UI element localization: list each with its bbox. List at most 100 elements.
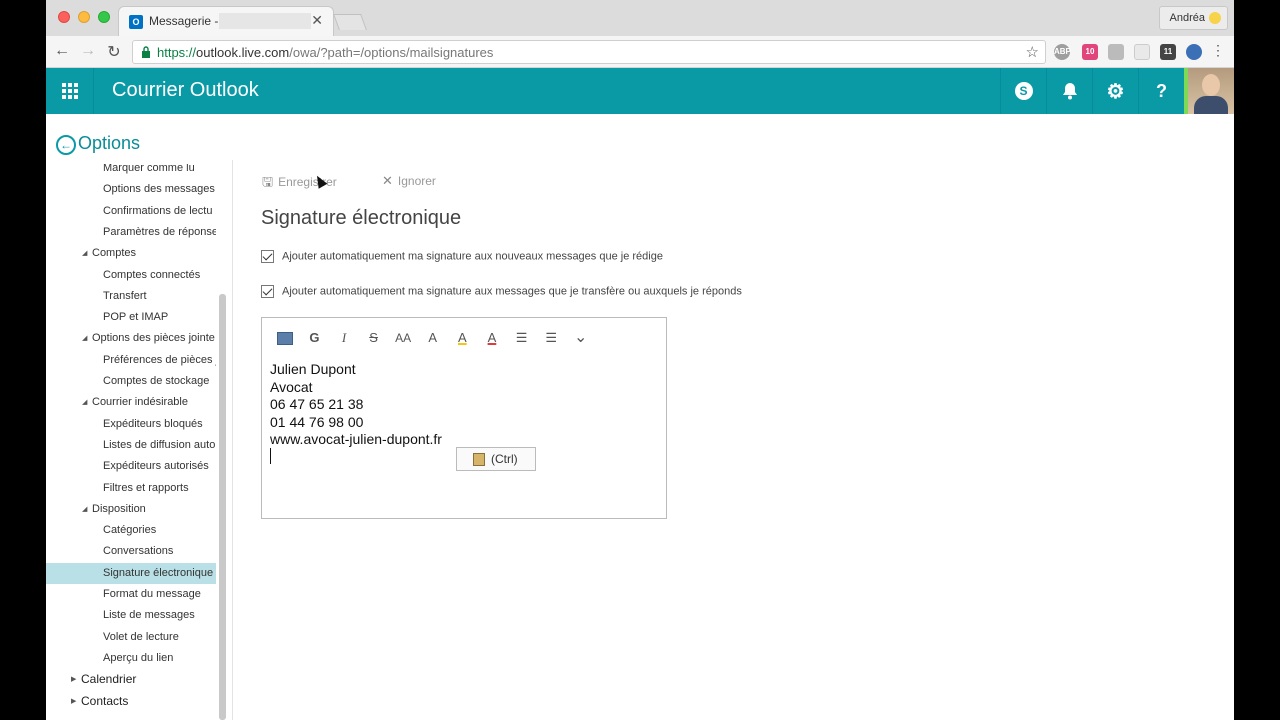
close-tab-icon[interactable]: ✕ [311, 12, 323, 29]
strikethrough-button[interactable]: S [359, 328, 389, 348]
sidebar-item-label: Paramètres de réponse [103, 225, 216, 238]
sidebar-item-label: Aperçu du lien [103, 651, 174, 664]
clipboard-icon [473, 453, 485, 466]
auto-signature-reply-checkbox[interactable] [261, 285, 274, 298]
bullets-button[interactable]: ☰ [507, 328, 537, 348]
url-text: https://outlook.live.com/owa/?path=/opti… [157, 45, 494, 60]
editor-toolbar: G I S AA A A A ☰ ☰ ⌄ [270, 328, 596, 348]
sidebar-item[interactable]: Signature électronique [46, 562, 216, 584]
sidebar-item[interactable]: Liste de messages [46, 605, 216, 626]
ignore-button[interactable]: ✕ Ignorer [382, 173, 436, 189]
sidebar-item-label: Confirmations de lectu [103, 204, 213, 217]
sidebar-item-label: POP et IMAP [103, 311, 169, 324]
sidebar-item[interactable]: Conversations [46, 541, 216, 562]
sidebar-item-label: Liste de messages [103, 609, 195, 622]
browser-window: O Messagerie - ✕ Andréa ← → ↻ https://ou… [46, 0, 1234, 720]
sidebar-item[interactable]: POP et IMAP [46, 307, 216, 328]
paste-options-button[interactable]: (Ctrl) [456, 447, 536, 471]
expanded-triangle-icon[interactable]: ◢ [82, 499, 87, 520]
sidebar-item[interactable]: Expéditeurs bloqués [46, 414, 216, 435]
highlight-button[interactable]: A [448, 328, 478, 348]
sidebar-item[interactable]: ◢ Disposition [46, 499, 216, 520]
sidebar-item[interactable]: Catégories [46, 520, 216, 541]
avatar[interactable] [1184, 68, 1234, 114]
calendar-extension-icon[interactable]: 10 [1082, 44, 1098, 60]
nav-scrollbar[interactable] [219, 294, 226, 720]
sidebar-item[interactable]: ◢ Courrier indésirable [46, 392, 216, 413]
date-extension-icon[interactable]: 11 [1160, 44, 1176, 60]
auto-signature-new-checkbox[interactable] [261, 250, 274, 263]
back-circle-icon[interactable]: ← [56, 135, 76, 155]
numbering-button[interactable]: ☰ [536, 328, 566, 348]
auto-signature-reply-label[interactable]: Ajouter automatiquement ma signature aux… [282, 285, 742, 297]
sidebar-item-label: Signature électronique [103, 566, 214, 579]
expanded-triangle-icon[interactable]: ◢ [82, 328, 87, 349]
settings-button[interactable]: ⚙ [1092, 68, 1138, 114]
sidebar-item[interactable]: Préférences de pièces j [46, 350, 216, 371]
sidebar-item[interactable]: Expéditeurs autorisés [46, 456, 216, 477]
insert-image-button[interactable] [270, 328, 300, 348]
sidebar-item[interactable]: Filtres et rapports [46, 478, 216, 499]
sidebar-item[interactable]: Options des messages [46, 179, 216, 200]
sidebar-item[interactable]: Comptes connectés [46, 265, 216, 286]
sidebar-item[interactable]: ◢ Comptes [46, 243, 216, 264]
italic-button[interactable]: I [329, 328, 359, 348]
expanded-triangle-icon[interactable]: ◢ [82, 243, 87, 264]
adblock-extension-icon[interactable]: ABP [1054, 44, 1071, 60]
reload-icon[interactable]: ↻ [104, 42, 124, 62]
sidebar-item-label: Options des messages [103, 183, 215, 196]
sidebar-item[interactable]: Listes de diffusion auto [46, 435, 216, 456]
signature-text[interactable]: Julien Dupont Avocat 06 47 65 21 38 01 4… [270, 361, 442, 449]
font-color-button[interactable]: A [477, 328, 507, 348]
sidebar-item[interactable]: Confirmations de lectu [46, 201, 216, 222]
browser-tab[interactable]: O Messagerie - ✕ [118, 6, 334, 36]
back-arrow-icon[interactable]: ← [52, 42, 72, 60]
auto-signature-new-label[interactable]: Ajouter automatiquement ma signature aux… [282, 250, 663, 262]
nav-divider [232, 160, 233, 720]
options-title[interactable]: Options [78, 133, 140, 154]
skype-icon: S [1014, 82, 1033, 100]
close-window-button[interactable] [58, 11, 70, 23]
app-title: Courrier Outlook [112, 79, 259, 101]
sidebar-item[interactable]: Format du message [46, 584, 216, 605]
sidebar-item[interactable]: Transfert [46, 286, 216, 307]
collapsed-triangle-icon[interactable]: ▶ [71, 669, 76, 690]
sidebar-item[interactable]: Volet de lecture [46, 627, 216, 648]
maximize-window-button[interactable] [98, 11, 110, 23]
sidebar-item[interactable]: Paramètres de réponse [46, 222, 216, 243]
menu-kebab-icon[interactable]: ⋮ [1208, 42, 1228, 59]
sidebar-item[interactable]: Aperçu du lien [46, 648, 216, 669]
minimize-window-button[interactable] [78, 11, 90, 23]
profile-button[interactable]: Andréa [1158, 6, 1228, 30]
sidebar-item[interactable]: Marquer comme lu [46, 164, 216, 179]
bookmark-star-icon[interactable]: ☆ [1026, 43, 1039, 61]
notifications-button[interactable] [1046, 68, 1092, 114]
font-size-button[interactable]: AA [388, 328, 418, 348]
tab-title-redacted [219, 13, 311, 29]
address-bar[interactable]: https://outlook.live.com/owa/?path=/opti… [132, 40, 1046, 64]
sidebar-item[interactable]: ▶ Calendrier [46, 669, 216, 690]
signature-editor[interactable]: G I S AA A A A ☰ ☰ ⌄ Julien Dupont Avoca… [261, 317, 667, 519]
sidebar-item-label: Courrier indésirable [92, 396, 188, 409]
sidebar-item-label: Comptes de stockage [103, 375, 210, 387]
grow-font-button[interactable]: A [418, 328, 448, 348]
phone-extension-icon[interactable] [1186, 44, 1202, 60]
sidebar-item-label: Comptes [92, 247, 137, 260]
sidebar-item[interactable]: ▶ Contacts [46, 691, 216, 712]
forward-arrow-icon[interactable]: → [78, 42, 98, 60]
collapsed-triangle-icon[interactable]: ▶ [71, 691, 76, 712]
expanded-triangle-icon[interactable]: ◢ [82, 392, 87, 413]
help-button[interactable]: ? [1138, 68, 1184, 114]
text-caret [270, 448, 271, 464]
auto-signature-reply-row: Ajouter automatiquement ma signature aux… [261, 285, 742, 298]
doc-extension-icon[interactable] [1134, 44, 1150, 60]
app-launcher-button[interactable] [46, 68, 94, 114]
waffle-icon [62, 83, 78, 99]
new-tab-button[interactable] [333, 14, 367, 30]
sidebar-item[interactable]: Comptes de stockage [46, 371, 216, 392]
more-chevron-icon[interactable]: ⌄ [566, 328, 596, 348]
sidebar-item[interactable]: ◢ Options des pièces jointe [46, 328, 216, 349]
bold-button[interactable]: G [300, 328, 330, 348]
flag-extension-icon[interactable] [1108, 44, 1124, 60]
skype-button[interactable]: S [1000, 68, 1046, 114]
